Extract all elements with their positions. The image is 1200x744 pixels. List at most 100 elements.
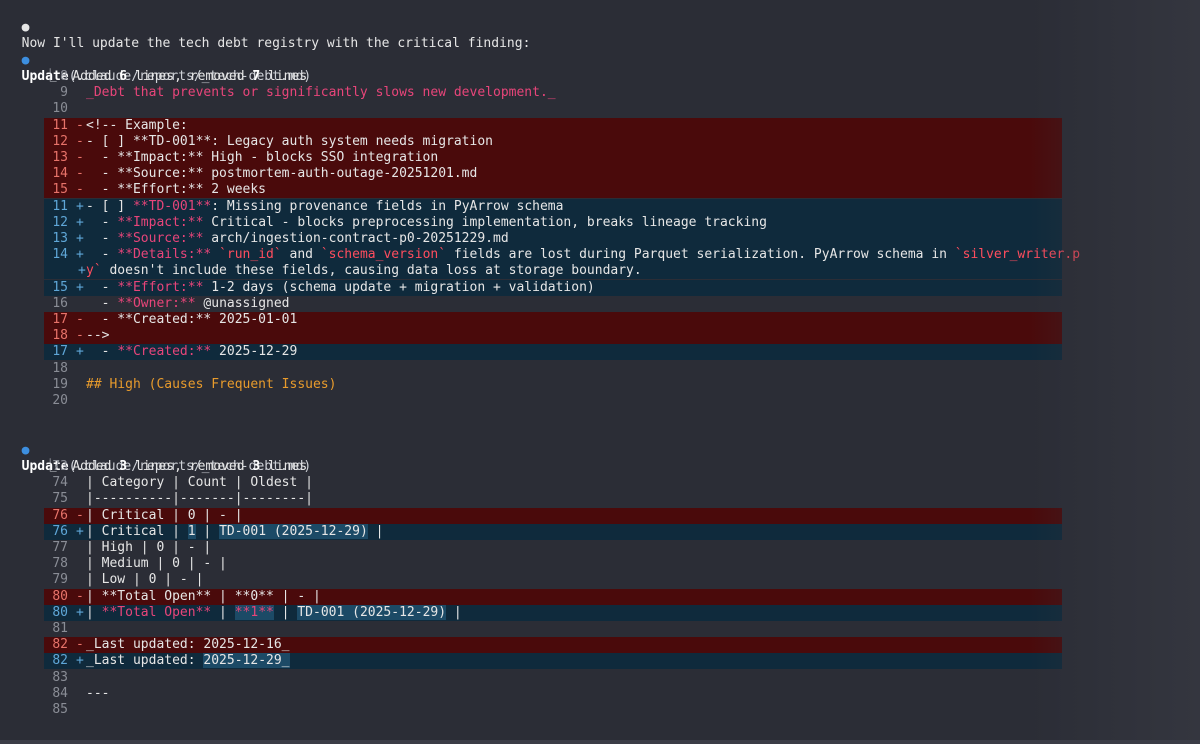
code-segment: `schema_version` xyxy=(320,247,447,263)
line-number: 76 xyxy=(52,507,68,523)
code-segment: - xyxy=(86,214,118,230)
code-segment: _Debt that prevents or significantly slo… xyxy=(86,85,556,101)
code-segment: **Source:** xyxy=(117,231,204,246)
minus-marker: - xyxy=(76,328,84,344)
line-number: 19 xyxy=(52,376,68,392)
line-number: 73 xyxy=(52,459,68,474)
diff-line-ctx: 77 | High | 0 | - | xyxy=(0,540,1200,556)
line-number: 15 xyxy=(52,182,68,198)
code-segment: 2025-12-29_ xyxy=(203,653,290,669)
tool-result-summary: ⎿ Added 3 lines, removed 3 lines xyxy=(43,459,308,474)
code-segment: _Last updated: 2025-12-16_ xyxy=(86,637,290,653)
code-segment: y` xyxy=(86,263,102,279)
plus-marker: + xyxy=(76,653,84,669)
plus-marker: + xyxy=(76,344,84,360)
code-segment: - [ ] xyxy=(86,198,133,214)
code-segment: 2025-12-29 xyxy=(211,344,298,360)
line-number: 10 xyxy=(52,101,68,117)
line-number: 12 xyxy=(52,214,68,230)
diff-line-del: 17- - **Created:** 2025-01-01 xyxy=(0,312,1200,328)
line-number: 80 xyxy=(52,604,68,620)
diff-line-add: 80 + | **Total Open** | **1** | TD-001 (20… xyxy=(0,604,1200,621)
code-text: _Debt that prevents or significantly slo… xyxy=(86,85,556,101)
diff-line-ctx: 20 xyxy=(0,393,1200,409)
code-segment: | xyxy=(195,523,220,539)
code-segment: |----------|-------|--------| xyxy=(86,491,313,507)
code-text: - **Details:** `run_id` and `schema_vers… xyxy=(86,247,1080,263)
plus-marker: + xyxy=(76,247,84,263)
code-text: - **Effort:** 1-2 days (schema update + … xyxy=(86,280,595,296)
tool-result-summary: ⎿ Added 6 lines, removed 7 lines xyxy=(43,69,308,84)
code-text: - **Impact:** Critical - blocks preproce… xyxy=(86,215,767,231)
code-segment: - xyxy=(86,295,118,311)
plus-marker: + xyxy=(76,279,84,295)
code-segment: | **Total Open** | **0** | - | xyxy=(86,588,321,604)
diff-line-background xyxy=(44,328,1062,345)
code-text: - **Effort:** 2 weeks xyxy=(86,182,266,198)
code-segment: @unassigned xyxy=(195,295,290,311)
minus-marker: - xyxy=(76,166,84,182)
code-segment: : Missing provenance fields in PyArrow s… xyxy=(211,198,564,214)
code-segment: TD-001 (2025-12-29) xyxy=(297,604,447,620)
line-number: 82 xyxy=(52,637,68,653)
tool-call-header: ● Update(.claude/reports/_tech-debt.md) xyxy=(6,37,312,84)
code-text: - [ ] **TD-001**: Missing provenance fie… xyxy=(86,199,563,215)
code-segment: | xyxy=(367,523,384,539)
code-segment: - xyxy=(86,231,118,246)
code-segment: --- xyxy=(86,685,110,701)
code-segment: - xyxy=(86,344,118,360)
diff-line-del: 12- - [ ] **TD-001**: Legacy auth system … xyxy=(0,133,1200,150)
code-text: | **Total Open** | **0** | - | xyxy=(86,589,321,605)
minus-marker: - xyxy=(76,507,84,523)
line-number: 84 xyxy=(52,685,68,701)
diff-line-ctx: 8 xyxy=(0,69,1200,85)
line-number: 16 xyxy=(52,295,68,311)
line-number: 85 xyxy=(52,702,68,717)
diff-line-add: 82 + _Last updated: 2025-12-29_ xyxy=(0,653,1200,670)
code-text: _Last updated: 2025-12-29_ xyxy=(86,653,290,669)
code-segment: | xyxy=(86,604,102,620)
plus-marker: + xyxy=(76,604,84,620)
code-segment: - [ ] **TD-001**: Legacy auth system nee… xyxy=(86,133,493,149)
diff-line-add: 12 + - **Impact:** Critical - blocks prep… xyxy=(0,214,1200,231)
code-segment: arch/ingestion-contract-p0-20251229.md xyxy=(203,231,509,246)
code-text: | **Total Open** | **1** | TD-001 (2025-… xyxy=(86,604,462,621)
assistant-message: ● Now I'll update the tech debt registry… xyxy=(6,4,531,51)
line-number: 14 xyxy=(52,247,68,263)
code-segment: **Details:** xyxy=(117,247,212,263)
diff-line-background xyxy=(44,117,1062,134)
diff-line-del: 13- - **Impact:** High - blocks SSO inte… xyxy=(0,150,1200,166)
code-segment: **Owner:** xyxy=(117,295,196,311)
code-segment: doesn't include these fields, causing da… xyxy=(101,263,642,279)
code-segment: - xyxy=(86,279,118,295)
diff-line-ctx: 75 |----------|-------|--------| xyxy=(0,491,1200,507)
line-number: 79 xyxy=(52,572,68,588)
line-number: 9 xyxy=(60,85,68,101)
code-segment: `run_id` xyxy=(219,247,282,263)
code-segment: - **Source:** postmortem-auth-outage-202… xyxy=(86,166,478,182)
diff-line-add: 13 + - **Source:** arch/ingestion-contrac… xyxy=(0,231,1200,247)
diff-line-ctx: 84 --- xyxy=(0,686,1200,702)
code-segment: | Category | Count | Oldest | xyxy=(86,475,313,491)
line-number: 74 xyxy=(52,475,68,491)
line-number: 80 xyxy=(52,588,68,604)
plus-marker: + xyxy=(76,231,84,246)
code-text: ## High (Causes Frequent Issues) xyxy=(86,377,336,393)
plus-marker: + xyxy=(76,214,84,230)
line-number: 83 xyxy=(52,669,68,685)
code-segment: <!-- Example: xyxy=(86,117,188,133)
diff-line-add: 14 + - **Details:** `run_id` and `schema_… xyxy=(0,247,1200,264)
code-segment: **Created:** xyxy=(117,344,212,360)
minus-marker: - xyxy=(76,588,84,604)
diff-line-ctx: 79 | Low | 0 | - | xyxy=(0,572,1200,588)
diff-line-ctx: 9 _Debt that prevents or significantly sl… xyxy=(0,85,1200,101)
code-segment: **Effort:** xyxy=(117,279,204,295)
line-number: 77 xyxy=(52,540,68,555)
code-text: | Medium | 0 | - | xyxy=(86,556,227,572)
diff-line-add: 76 + | Critical | 1 | TD-001 (2025-12-29) … xyxy=(0,523,1200,540)
code-segment: 1 xyxy=(187,523,196,539)
code-segment: | xyxy=(211,604,235,620)
code-text: | Category | Count | Oldest | xyxy=(86,475,313,491)
code-text: _Last updated: 2025-12-16_ xyxy=(86,637,290,653)
